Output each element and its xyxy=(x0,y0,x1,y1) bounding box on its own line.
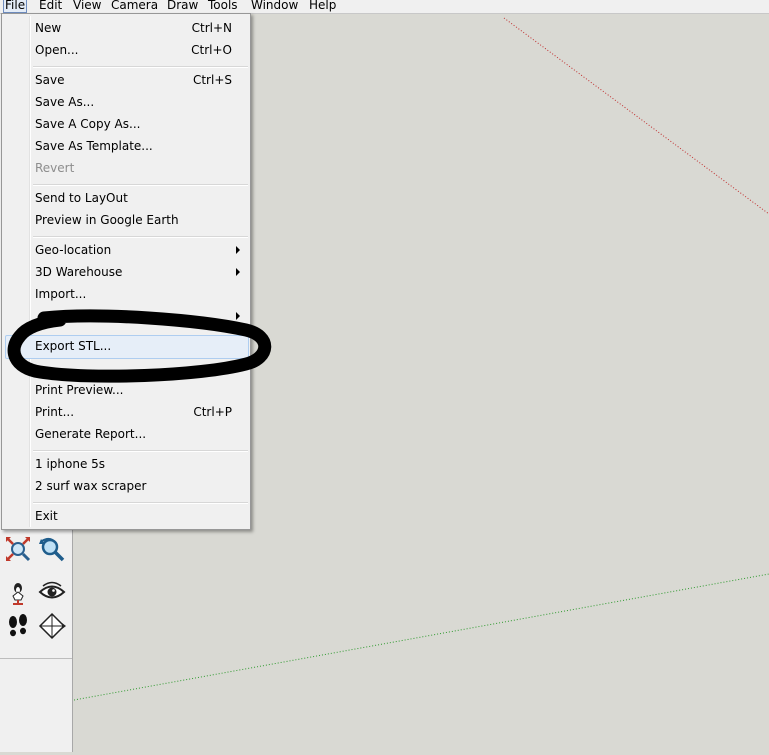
shortcut-open: Ctrl+O xyxy=(191,43,232,57)
menu-item-preview-google-earth[interactable]: Preview in Google Earth xyxy=(35,210,179,230)
submenu-arrow-icon xyxy=(236,312,240,320)
file-menu-dropdown: New Ctrl+N Open... Ctrl+O Save Ctrl+S Sa… xyxy=(1,13,251,530)
zoom-extents-icon[interactable] xyxy=(4,535,32,563)
green-axis-line xyxy=(73,573,769,701)
position-camera-icon[interactable] xyxy=(4,578,32,606)
menu-icon-gutter xyxy=(29,16,31,527)
menu-window[interactable]: Window xyxy=(250,0,299,13)
toolbar-separator xyxy=(0,658,72,659)
menu-view[interactable]: View xyxy=(72,0,102,13)
previous-view-icon[interactable] xyxy=(38,535,66,563)
menu-item-import[interactable]: Import... xyxy=(35,284,86,304)
menu-item-save-copy-as[interactable]: Save A Copy As... xyxy=(35,114,140,134)
menu-draw[interactable]: Draw xyxy=(166,0,199,13)
menu-item-open[interactable]: Open... xyxy=(35,40,79,60)
menu-item-save[interactable]: Save xyxy=(35,70,64,90)
menu-item-send-to-layout[interactable]: Send to LayOut xyxy=(35,188,128,208)
menu-separator xyxy=(33,236,248,238)
menu-tools[interactable]: Tools xyxy=(207,0,239,13)
menu-file[interactable]: File xyxy=(3,0,28,13)
red-axis-line xyxy=(503,17,769,215)
menu-item-export-stl[interactable]: Export STL... xyxy=(35,336,111,356)
walk-icon[interactable] xyxy=(4,612,32,640)
menu-item-recent-2[interactable]: 2 surf wax scraper xyxy=(35,476,146,496)
shortcut-save: Ctrl+S xyxy=(192,73,232,87)
menu-item-exit[interactable]: Exit xyxy=(35,506,58,526)
menu-separator xyxy=(33,66,248,68)
menu-help[interactable]: Help xyxy=(308,0,337,13)
menu-item-print[interactable]: Print... xyxy=(35,402,74,422)
section-plane-icon[interactable] xyxy=(38,612,66,640)
menu-item-revert: Revert xyxy=(35,161,75,175)
submenu-arrow-icon xyxy=(236,246,240,254)
menu-item-new[interactable]: New xyxy=(35,18,61,38)
menu-item-save-as-template[interactable]: Save As Template... xyxy=(35,136,153,156)
menu-edit[interactable]: Edit xyxy=(38,0,63,13)
menu-camera[interactable]: Camera xyxy=(110,0,159,13)
menu-bar: File Edit View Camera Draw Tools Window … xyxy=(0,0,769,14)
submenu-arrow-icon xyxy=(236,268,240,276)
menu-item-geo-location[interactable]: Geo-location xyxy=(35,240,111,260)
menu-separator xyxy=(33,450,248,452)
menu-item-print-preview[interactable]: Print Preview... xyxy=(35,380,123,400)
menu-item-recent-1[interactable]: 1 iphone 5s xyxy=(35,454,105,474)
look-around-icon[interactable] xyxy=(38,578,66,606)
menu-item-generate-report[interactable]: Generate Report... xyxy=(35,424,146,444)
shortcut-new: Ctrl+N xyxy=(191,21,232,35)
menu-separator xyxy=(33,502,248,504)
menu-separator xyxy=(33,184,248,186)
shortcut-print: Ctrl+P xyxy=(193,405,232,419)
menu-item-3d-warehouse[interactable]: 3D Warehouse xyxy=(35,262,122,282)
menu-item-save-as[interactable]: Save As... xyxy=(35,92,94,112)
